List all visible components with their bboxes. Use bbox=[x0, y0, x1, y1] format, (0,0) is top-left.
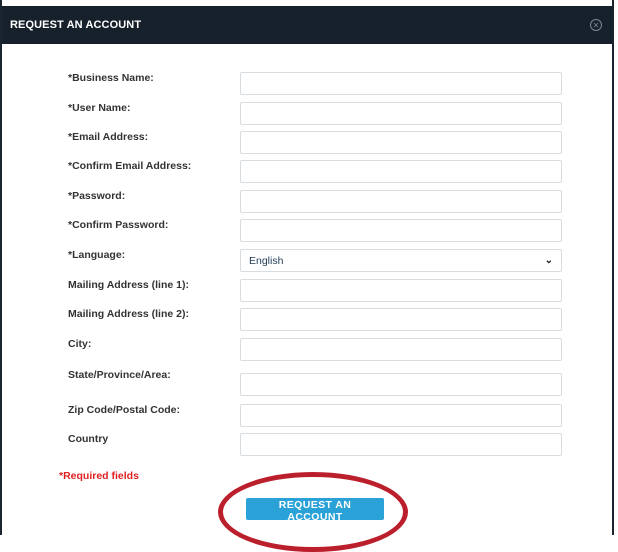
password-input[interactable] bbox=[240, 190, 562, 213]
field-row-confirm-password: *Confirm Password: bbox=[2, 219, 612, 249]
field-row-user-name: *User Name: bbox=[2, 102, 612, 132]
zip-label: Zip Code/Postal Code: bbox=[68, 404, 181, 416]
language-label: *Language: bbox=[68, 249, 126, 261]
address-1-input[interactable] bbox=[240, 279, 562, 302]
language-selected-value: English bbox=[249, 254, 284, 267]
city-input[interactable] bbox=[240, 338, 562, 361]
confirm-password-input[interactable] bbox=[240, 219, 562, 242]
close-icon[interactable]: ✕ bbox=[590, 19, 602, 31]
field-row-password: *Password: bbox=[2, 190, 612, 220]
email-label: *Email Address: bbox=[68, 131, 149, 143]
state-label: State/Province/Area: bbox=[68, 369, 171, 381]
confirm-password-label: *Confirm Password: bbox=[68, 219, 169, 231]
field-row-state: State/Province/Area: bbox=[2, 369, 612, 399]
modal-title: REQUEST AN ACCOUNT bbox=[10, 19, 142, 31]
required-fields-note: *Required fields bbox=[59, 470, 139, 482]
field-row-country: Country bbox=[2, 433, 612, 463]
field-row-email: *Email Address: bbox=[2, 131, 612, 161]
address-2-input[interactable] bbox=[240, 308, 562, 331]
request-account-button[interactable]: REQUEST AN ACCOUNT bbox=[246, 498, 384, 523]
field-row-address-2: Mailing Address (line 2): bbox=[2, 308, 612, 338]
address-1-label: Mailing Address (line 1): bbox=[68, 279, 189, 291]
email-input[interactable] bbox=[240, 131, 562, 154]
request-account-modal: REQUEST AN ACCOUNT ✕ *Business Name: *Us… bbox=[0, 0, 614, 552]
field-row-confirm-email: *Confirm Email Address: bbox=[2, 160, 612, 190]
field-row-language: *Language: English ⌄ bbox=[2, 249, 612, 279]
business-name-label: *Business Name: bbox=[68, 72, 154, 84]
field-row-address-1: Mailing Address (line 1): bbox=[2, 279, 612, 309]
modal-header: REQUEST AN ACCOUNT ✕ bbox=[2, 6, 612, 44]
field-row-zip: Zip Code/Postal Code: bbox=[2, 404, 612, 434]
user-name-input[interactable] bbox=[240, 102, 562, 125]
country-input[interactable] bbox=[240, 433, 562, 456]
business-name-input[interactable] bbox=[240, 72, 562, 95]
country-label: Country bbox=[68, 433, 109, 445]
password-label: *Password: bbox=[68, 190, 126, 202]
chevron-down-icon: ⌄ bbox=[544, 255, 553, 266]
language-select[interactable]: English ⌄ bbox=[240, 249, 562, 272]
confirm-email-input[interactable] bbox=[240, 160, 562, 183]
field-row-city: City: bbox=[2, 338, 612, 368]
zip-input[interactable] bbox=[240, 404, 562, 427]
confirm-email-label: *Confirm Email Address: bbox=[68, 160, 192, 172]
address-2-label: Mailing Address (line 2): bbox=[68, 308, 189, 320]
state-input[interactable] bbox=[240, 373, 562, 396]
user-name-label: *User Name: bbox=[68, 102, 131, 114]
city-label: City: bbox=[68, 338, 92, 350]
field-row-business-name: *Business Name: bbox=[2, 72, 612, 102]
